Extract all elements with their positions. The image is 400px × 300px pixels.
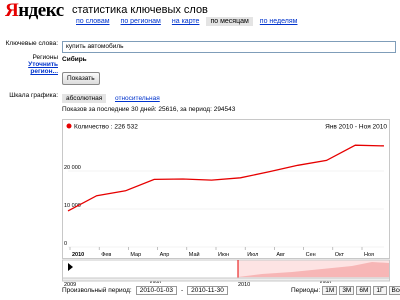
period-1y-button[interactable]: 1Г	[373, 286, 387, 295]
periods-label: Периоды:	[291, 287, 321, 294]
chart-area: Количество : 226 532 Янв 2010 - Ноя 2010…	[62, 119, 390, 294]
period-6m-button[interactable]: 6М	[356, 286, 372, 295]
x-tick-label: Июн	[218, 252, 229, 258]
keyword-input[interactable]: купить автомобиль	[62, 41, 396, 53]
shows-summary: Показов за последние 30 дней: 25616, за …	[62, 106, 236, 113]
keywords-label: Ключевые слова:	[5, 40, 58, 47]
chart-svg: Количество : 226 532 Янв 2010 - Ноя 2010…	[62, 119, 390, 294]
period-all-button[interactable]: Всё	[388, 286, 400, 295]
date-from-input[interactable]: 2010-01-03	[135, 286, 177, 295]
refine-region-link[interactable]: Уточнить регион...	[0, 61, 58, 75]
x-tick-label: Июл	[247, 252, 258, 258]
x-tick-label: Мар	[130, 252, 141, 258]
selected-region: Сибирь	[62, 56, 87, 63]
x-tick-label: Авг	[276, 252, 285, 258]
x-tick-label: Сен	[306, 252, 316, 258]
navigator-scrollbar[interactable]	[62, 277, 390, 282]
period-1m-button[interactable]: 1М	[322, 286, 338, 295]
tab-by-months[interactable]: по месяцам	[206, 17, 253, 26]
tab-by-regions[interactable]: по регионам	[117, 17, 165, 26]
nav-label-2010: 2010	[238, 282, 250, 288]
tab-on-map[interactable]: на карте	[168, 17, 204, 26]
page-title: статистика ключевых слов	[72, 4, 208, 16]
x-tick-label: Фев	[101, 252, 111, 258]
legend-marker	[66, 123, 72, 129]
tab-by-words[interactable]: по словам	[72, 17, 114, 26]
regions-label-block: Регионы Уточнить регион...	[0, 54, 58, 75]
period-3m-button[interactable]: 3М	[339, 286, 355, 295]
yandex-logo[interactable]: Яндекс	[5, 0, 64, 22]
y-tick-label: 20 000	[64, 165, 81, 171]
scale-absolute-option[interactable]: абсолютная	[62, 94, 107, 103]
x-tick-label: Окт	[335, 252, 345, 258]
scale-label: Шкала графика:	[9, 92, 58, 99]
view-tabs: по словам по регионам на карте по месяца…	[72, 17, 304, 26]
legend-label: Количество : 226 532	[74, 124, 138, 131]
x-tick-label: Апр	[160, 252, 170, 258]
scale-relative-link[interactable]: относительная	[115, 95, 160, 102]
x-tick-label: 2010	[72, 252, 84, 258]
date-to-input[interactable]: 2010-11-30	[187, 286, 228, 295]
x-tick-label: Ноя	[364, 252, 374, 258]
x-tick-label: Май	[189, 251, 200, 258]
regions-label: Регионы	[32, 54, 58, 61]
show-button[interactable]: Показать	[62, 72, 100, 85]
period-controls: Произвольный период: 2010-01-03 - 2010-1…	[62, 286, 228, 295]
period-buttons: Периоды: 1М 3М 6М 1Г Всё	[291, 286, 400, 295]
custom-period-label: Произвольный период:	[62, 287, 132, 294]
y-tick-label: 0	[64, 241, 67, 247]
tab-by-weeks[interactable]: по неделям	[256, 17, 302, 26]
range-label: Янв 2010 - Ноя 2010	[325, 124, 387, 131]
